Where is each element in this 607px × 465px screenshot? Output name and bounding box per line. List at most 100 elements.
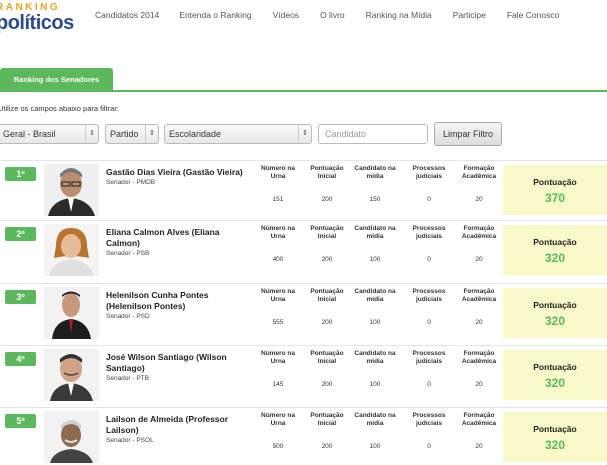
col-candidato-midia: Candidato na mídia 100 <box>352 350 398 388</box>
col-numero-urna: Número na Urna 151 <box>255 165 301 203</box>
party-select[interactable]: Partido ⇕ <box>105 124 159 144</box>
col-value: 151 <box>272 196 284 203</box>
score-box: Pontuação 320 <box>503 225 607 275</box>
col-candidato-midia: Candidato na mídia 100 <box>352 288 398 326</box>
col-pontuacao-inicial: Pontuação Inicial 200 <box>304 288 350 326</box>
col-numero-urna: Número na Urna 145 <box>255 350 301 388</box>
col-header: Número na Urna <box>261 412 295 427</box>
col-formacao-academica: Formação Acadêmica 20 <box>456 350 502 388</box>
col-formacao-academica: Formação Acadêmica 20 <box>456 412 502 450</box>
col-header: Processos judiciais <box>412 350 446 365</box>
col-formacao-academica: Formação Acadêmica 20 <box>456 225 502 263</box>
region-select[interactable]: Geral - Brasil ⇕ <box>0 124 99 144</box>
col-processos-judiciais: Processos judiciais 0 <box>406 225 452 263</box>
select-arrow-icon: ⇕ <box>85 125 98 143</box>
nav-fale-conosco[interactable]: Fale Conosco <box>507 10 559 20</box>
nav-entenda-o-ranking[interactable]: Entenda o Ranking <box>179 10 251 20</box>
score-value: 320 <box>544 438 566 452</box>
clear-filter-button[interactable]: Limpar Filtro <box>434 122 502 146</box>
candidate-photo <box>44 349 99 401</box>
col-header: Número na Urna <box>261 165 295 180</box>
candidate-name[interactable]: Helenilson Cunha Pontes (Helenilson Pont… <box>106 290 252 312</box>
candidate-role: Senador - PTB <box>106 375 149 382</box>
col-value: 0 <box>427 443 431 450</box>
score-value: 370 <box>544 191 566 205</box>
col-header: Candidato na mídia <box>354 412 396 427</box>
col-value: 0 <box>427 319 431 326</box>
col-header: Formação Acadêmica <box>461 165 497 180</box>
candidate-role: Senador - PSB <box>106 250 150 257</box>
col-pontuacao-inicial: Pontuação Inicial 200 <box>304 165 350 203</box>
education-select[interactable]: Escolaridade ⇕ <box>164 124 312 144</box>
nav-o-livro[interactable]: O livro <box>320 10 345 20</box>
col-header: Pontuação Inicial <box>310 165 344 180</box>
col-value: 500 <box>272 443 284 450</box>
table-row[interactable]: 3º Helenilson Cunha Pontes (Helenilson P… <box>0 283 607 341</box>
col-header: Pontuação Inicial <box>310 225 344 240</box>
score-label: Pontuação <box>533 177 577 187</box>
col-header: Processos judiciais <box>412 288 446 303</box>
select-arrow-icon: ⇕ <box>298 125 311 143</box>
candidate-role: Senador - PSOL <box>106 437 154 444</box>
site-logo[interactable]: RANKING políticos <box>0 0 76 38</box>
rank-badge: 5º <box>5 414 36 428</box>
col-candidato-midia: Candidato na mídia 150 <box>352 165 398 203</box>
table-row[interactable]: 4º José Wilson Santiago (Wilson Santiago… <box>0 345 607 403</box>
score-label: Pontuação <box>533 362 577 372</box>
rank-badge: 4º <box>5 352 36 366</box>
col-numero-urna: Número na Urna 555 <box>255 288 301 326</box>
col-header: Candidato na mídia <box>354 225 396 240</box>
table-row[interactable]: 1º Gastão Dias Vieira (Gastão Vieira) Se… <box>0 160 607 218</box>
col-processos-judiciais: Processos judiciais 0 <box>406 350 452 388</box>
col-header: Número na Urna <box>261 225 295 240</box>
col-processos-judiciais: Processos judiciais 0 <box>406 288 452 326</box>
candidate-photo <box>44 164 99 216</box>
col-header: Candidato na mídia <box>354 165 396 180</box>
col-value: 0 <box>427 381 431 388</box>
filter-hint: Utilize os campos abaixo para filtrar: <box>0 104 119 113</box>
candidate-role: Senador - PMDB <box>106 179 156 186</box>
col-header: Processos judiciais <box>412 412 446 427</box>
score-box: Pontuação 370 <box>503 165 607 215</box>
tab-ranking-senadores[interactable]: Ranking dos Senadores <box>0 68 113 92</box>
col-value: 145 <box>272 381 284 388</box>
score-box: Pontuação 320 <box>503 350 607 400</box>
col-value: 200 <box>321 256 333 263</box>
col-header: Processos judiciais <box>412 225 446 240</box>
col-value: 400 <box>272 256 284 263</box>
col-header: Processos judiciais <box>412 165 446 180</box>
score-label: Pontuação <box>533 424 577 434</box>
candidate-photo <box>44 287 99 339</box>
col-value: 100 <box>369 256 381 263</box>
site-header: RANKING políticos Candidatos 2014 Entend… <box>0 0 607 42</box>
col-numero-urna: Número na Urna 500 <box>255 412 301 450</box>
candidate-input[interactable]: Candidato <box>318 124 428 144</box>
rank-badge: 2º <box>5 227 36 241</box>
nav-participe[interactable]: Participe <box>453 10 486 20</box>
col-value: 20 <box>475 196 483 203</box>
col-value: 200 <box>321 381 333 388</box>
candidate-name[interactable]: José Wilson Santiago (Wilson Santiago) <box>106 352 252 374</box>
nav-videos[interactable]: Vídeos <box>273 10 299 20</box>
table-row[interactable]: 2º Eliana Calmon Alves (Eliana Calmon) S… <box>0 220 607 278</box>
logo-politicos-text: políticos <box>0 12 74 34</box>
table-row[interactable]: 5º Lailson de Almeida (Professor Lailson… <box>0 407 607 465</box>
candidate-name[interactable]: Lailson de Almeida (Professor Lailson) <box>106 414 252 436</box>
candidate-name[interactable]: Gastão Dias Vieira (Gastão Vieira) <box>106 167 252 178</box>
select-arrow-icon: ⇕ <box>145 125 158 143</box>
col-value: 20 <box>475 319 483 326</box>
col-processos-judiciais: Processos judiciais 0 <box>406 412 452 450</box>
col-formacao-academica: Formação Acadêmica 20 <box>456 288 502 326</box>
rank-badge: 3º <box>5 290 36 304</box>
candidate-name[interactable]: Eliana Calmon Alves (Eliana Calmon) <box>106 227 252 249</box>
col-pontuacao-inicial: Pontuação Inicial 200 <box>304 412 350 450</box>
col-value: 0 <box>427 256 431 263</box>
col-value: 100 <box>369 443 381 450</box>
region-select-value: Geral - Brasil <box>3 129 56 139</box>
col-header: Formação Acadêmica <box>461 288 497 303</box>
nav-ranking-na-midia[interactable]: Ranking na Mídia <box>366 10 432 20</box>
nav-candidatos-2014[interactable]: Candidatos 2014 <box>95 10 159 20</box>
col-header: Formação Acadêmica <box>461 225 497 240</box>
score-box: Pontuação 320 <box>503 412 607 462</box>
col-header: Pontuação Inicial <box>310 412 344 427</box>
